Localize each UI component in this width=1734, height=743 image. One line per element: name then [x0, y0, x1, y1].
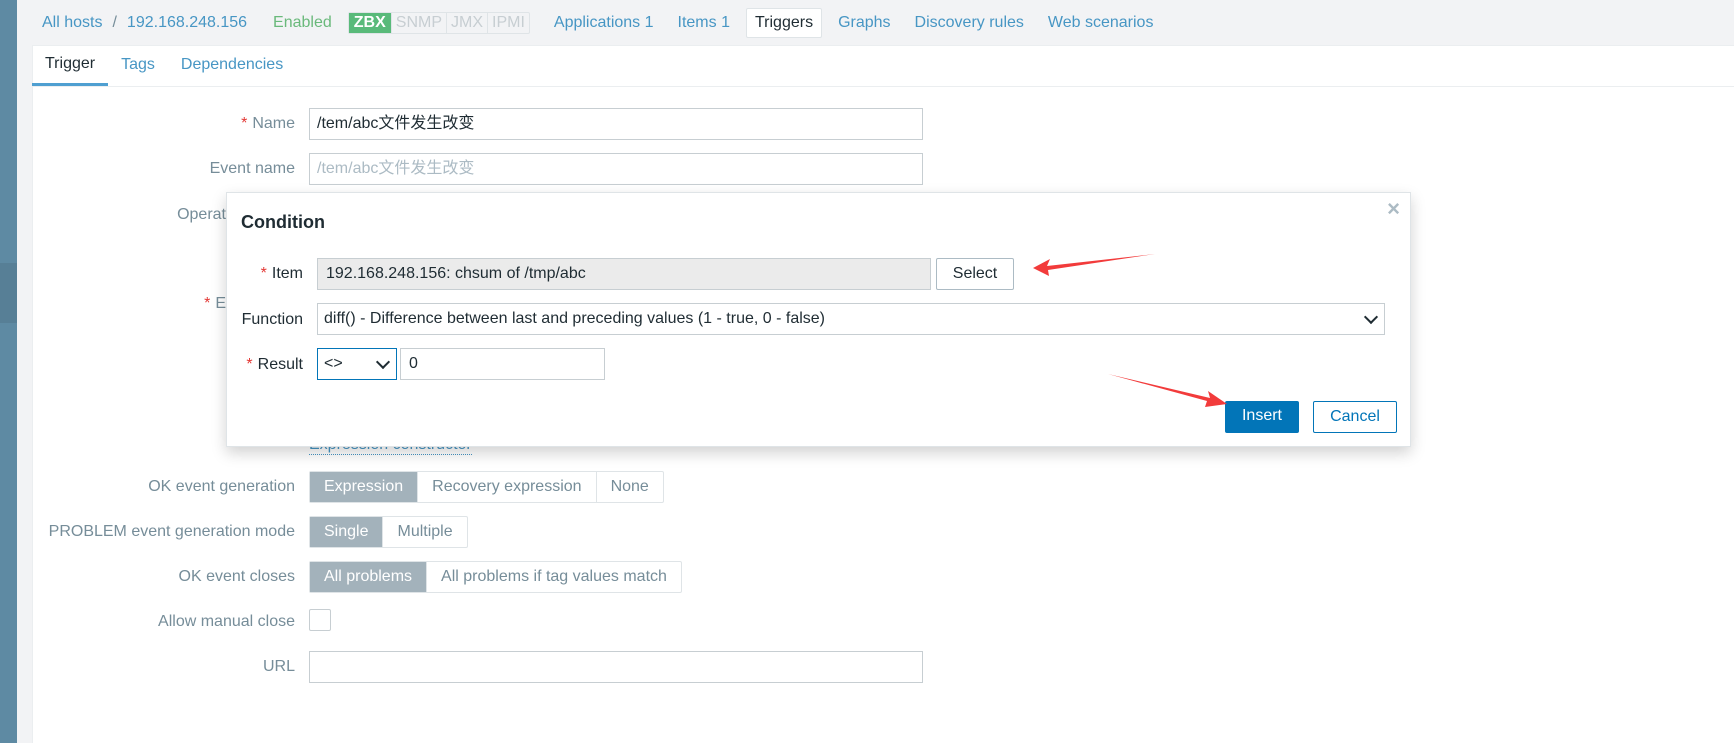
name-label: * Name [241, 115, 295, 132]
subtab-dependencies[interactable]: Dependencies [168, 45, 296, 86]
breadcrumb-separator: / [112, 13, 117, 31]
function-label: Function [241, 311, 303, 328]
allow-manual-close-checkbox[interactable] [309, 609, 331, 631]
event-name-input[interactable]: /tem/abc文件发生改变 [309, 153, 923, 185]
badge-zbx: ZBX [348, 12, 391, 33]
host-navigation: All hosts / 192.168.248.156 Enabled ZBX … [32, 0, 1734, 45]
subtab-tags[interactable]: Tags [108, 45, 168, 86]
chevron-down-icon [375, 354, 391, 370]
tab-discovery-rules[interactable]: Discovery rules [915, 14, 1024, 32]
option-single[interactable]: Single [310, 517, 383, 547]
close-icon[interactable]: × [1387, 196, 1400, 222]
status-enabled[interactable]: Enabled [273, 14, 332, 32]
ok-event-closes-toggle: All problems All problems if tag values … [309, 561, 682, 593]
chevron-down-icon [1363, 309, 1379, 325]
allow-manual-close-label: Allow manual close [158, 613, 295, 630]
select-button[interactable]: Select [936, 258, 1014, 290]
option-expression[interactable]: Expression [310, 472, 418, 502]
badge-ipmi: IPMI [487, 12, 529, 33]
ok-event-generation-label: OK event generation [148, 478, 295, 495]
option-all-problems[interactable]: All problems [310, 562, 427, 592]
insert-button[interactable]: Insert [1225, 401, 1299, 433]
result-operator-select[interactable]: <> [317, 348, 397, 380]
tab-applications[interactable]: Applications 1 [554, 14, 654, 32]
result-label: * Result [246, 356, 303, 373]
badge-jmx: JMX [446, 12, 487, 33]
problem-mode-label: PROBLEM event generation mode [48, 523, 295, 540]
option-recovery-expression[interactable]: Recovery expression [417, 472, 595, 502]
subtab-trigger[interactable]: Trigger [32, 45, 109, 86]
name-input[interactable]: /tem/abc文件发生改变 [309, 108, 923, 140]
item-label: * Item [260, 265, 303, 282]
problem-mode-toggle: Single Multiple [309, 516, 468, 548]
tab-items[interactable]: Items 1 [678, 14, 730, 32]
function-select[interactable]: diff() - Difference between last and pre… [317, 303, 1385, 335]
item-input[interactable]: 192.168.248.156: chsum of /tmp/abc [317, 258, 931, 290]
ok-event-generation-toggle: Expression Recovery expression None [309, 471, 664, 503]
dialog-title: Condition [241, 212, 325, 232]
availability-badges: ZBX SNMP JMX IPMI [347, 11, 530, 34]
sidebar [0, 0, 17, 743]
event-name-label: Event name [209, 160, 295, 177]
option-multiple[interactable]: Multiple [382, 517, 466, 547]
cancel-button[interactable]: Cancel [1313, 401, 1397, 433]
breadcrumb-host[interactable]: 192.168.248.156 [127, 14, 247, 32]
url-label: URL [262, 658, 295, 675]
badge-snmp: SNMP [390, 12, 446, 33]
option-all-problems-tag-match[interactable]: All problems if tag values match [426, 562, 681, 592]
breadcrumb-all-hosts[interactable]: All hosts [42, 14, 102, 32]
tab-graphs[interactable]: Graphs [838, 14, 890, 32]
result-value-input[interactable]: 0 [400, 348, 605, 380]
url-input[interactable] [309, 651, 923, 683]
operational-data-label: Operat [177, 206, 226, 223]
ok-event-closes-label: OK event closes [178, 568, 296, 585]
form-tabs: Trigger Tags Dependencies [32, 45, 1734, 87]
expression-label: * E [204, 295, 226, 312]
option-none[interactable]: None [595, 472, 663, 502]
tab-web-scenarios[interactable]: Web scenarios [1048, 14, 1154, 32]
tab-triggers[interactable]: Triggers [745, 7, 823, 38]
